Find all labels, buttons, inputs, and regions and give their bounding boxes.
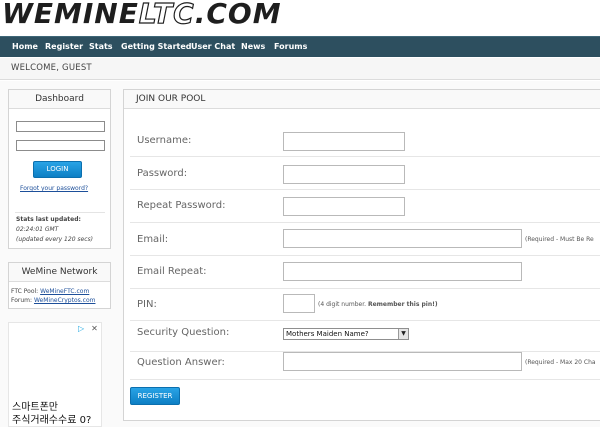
login-username-input[interactable] bbox=[16, 121, 105, 132]
dashboard-panel: Dashboard LOGIN Forgot your password? St… bbox=[8, 89, 111, 249]
email-repeat-row: Email Repeat: bbox=[130, 257, 600, 289]
registration-panel: JOIN OUR POOL Username: Password: Repeat… bbox=[123, 89, 600, 421]
logo-text-wemine: WEMINE bbox=[2, 0, 139, 30]
pin-input[interactable] bbox=[283, 294, 315, 313]
nav-user-chat[interactable]: User Chat bbox=[191, 37, 235, 57]
repeat-password-row: Repeat Password: bbox=[130, 191, 600, 223]
security-question-select[interactable]: Mothers Maiden Name? ▼ bbox=[283, 328, 409, 340]
nav-news[interactable]: News bbox=[241, 37, 265, 57]
email-label: Email: bbox=[137, 234, 169, 245]
forgot-password-link[interactable]: Forgot your password? bbox=[20, 185, 88, 192]
username-label: Username: bbox=[137, 135, 192, 146]
welcome-text: WELCOME, GUEST bbox=[11, 63, 92, 73]
adchoices-icon[interactable]: ▷ bbox=[78, 324, 87, 333]
pin-row: PIN: (4 digit number. Remember this pin!… bbox=[130, 289, 600, 321]
pin-note: (4 digit number. Remember this pin!) bbox=[318, 301, 438, 308]
advertisement[interactable]: ▷ ✕ 스마트폰만 주식거래수수료 0? bbox=[8, 322, 102, 427]
network-ftc-line: FTC Pool: WeMineFTC.com bbox=[11, 288, 89, 295]
nav-getting-started[interactable]: Getting Started bbox=[121, 37, 192, 57]
password-input[interactable] bbox=[283, 165, 405, 184]
chevron-down-icon[interactable]: ▼ bbox=[398, 329, 408, 339]
network-panel: WeMine Network FTC Pool: WeMineFTC.com F… bbox=[8, 262, 111, 309]
repeat-password-input[interactable] bbox=[283, 197, 405, 216]
username-input[interactable] bbox=[283, 132, 405, 151]
nav-forums[interactable]: Forums bbox=[274, 37, 307, 57]
password-row: Password: bbox=[130, 158, 600, 190]
dashboard-title: Dashboard bbox=[9, 90, 110, 109]
welcome-bar: WELCOME, GUEST bbox=[0, 58, 600, 80]
email-input[interactable] bbox=[283, 229, 522, 248]
repeat-password-label: Repeat Password: bbox=[137, 200, 226, 211]
question-answer-input[interactable] bbox=[283, 352, 522, 371]
stats-updated-time: 02:24:01 GMT bbox=[16, 226, 59, 233]
dashboard-divider bbox=[15, 212, 105, 213]
stats-updated-label: Stats last updated: bbox=[16, 216, 81, 223]
register-button[interactable]: REGISTER bbox=[130, 387, 180, 405]
login-password-input[interactable] bbox=[16, 140, 105, 151]
question-answer-row: Question Answer: (Required - Max 20 Cha bbox=[130, 347, 600, 380]
ftc-pool-link[interactable]: WeMineFTC.com bbox=[40, 288, 89, 295]
main-nav: Home Register Stats Getting Started User… bbox=[0, 36, 600, 57]
email-note: (Required - Must Be Re bbox=[525, 236, 594, 243]
site-logo[interactable]: WEMINELTC.COM bbox=[2, 0, 282, 31]
nav-stats[interactable]: Stats bbox=[89, 37, 113, 57]
password-label: Password: bbox=[137, 168, 188, 179]
forum-link[interactable]: WeMineCryptos.com bbox=[34, 297, 96, 304]
logo-text-ltc: LTC bbox=[138, 0, 195, 30]
email-row: Email: (Required - Must Be Re bbox=[130, 224, 600, 256]
security-question-label: Security Question: bbox=[137, 327, 230, 338]
login-button[interactable]: LOGIN bbox=[33, 161, 82, 178]
pin-label: PIN: bbox=[137, 299, 157, 310]
nav-register[interactable]: Register bbox=[45, 37, 83, 57]
ad-close-icon[interactable]: ✕ bbox=[90, 324, 99, 333]
username-row: Username: bbox=[130, 125, 600, 157]
email-repeat-input[interactable] bbox=[283, 262, 522, 281]
registration-title: JOIN OUR POOL bbox=[124, 90, 600, 109]
network-forum-line: Forum: WeMineCryptos.com bbox=[11, 297, 95, 304]
network-title: WeMine Network bbox=[9, 263, 110, 282]
answer-note: (Required - Max 20 Cha bbox=[525, 359, 596, 366]
question-answer-label: Question Answer: bbox=[137, 357, 225, 368]
stats-update-note: (updated every 120 secs) bbox=[16, 236, 93, 243]
pin-note-bold: Remember this pin!) bbox=[367, 301, 438, 308]
ftc-pool-label: FTC Pool: bbox=[11, 288, 39, 295]
ad-text-line2: 주식거래수수료 0? bbox=[12, 415, 92, 426]
pin-note-text: (4 digit number. bbox=[318, 301, 367, 308]
logo-text-com: .COM bbox=[194, 0, 282, 30]
security-question-value: Mothers Maiden Name? bbox=[286, 330, 369, 338]
forum-label: Forum: bbox=[11, 297, 33, 304]
email-repeat-label: Email Repeat: bbox=[137, 266, 207, 277]
nav-home[interactable]: Home bbox=[12, 37, 38, 57]
